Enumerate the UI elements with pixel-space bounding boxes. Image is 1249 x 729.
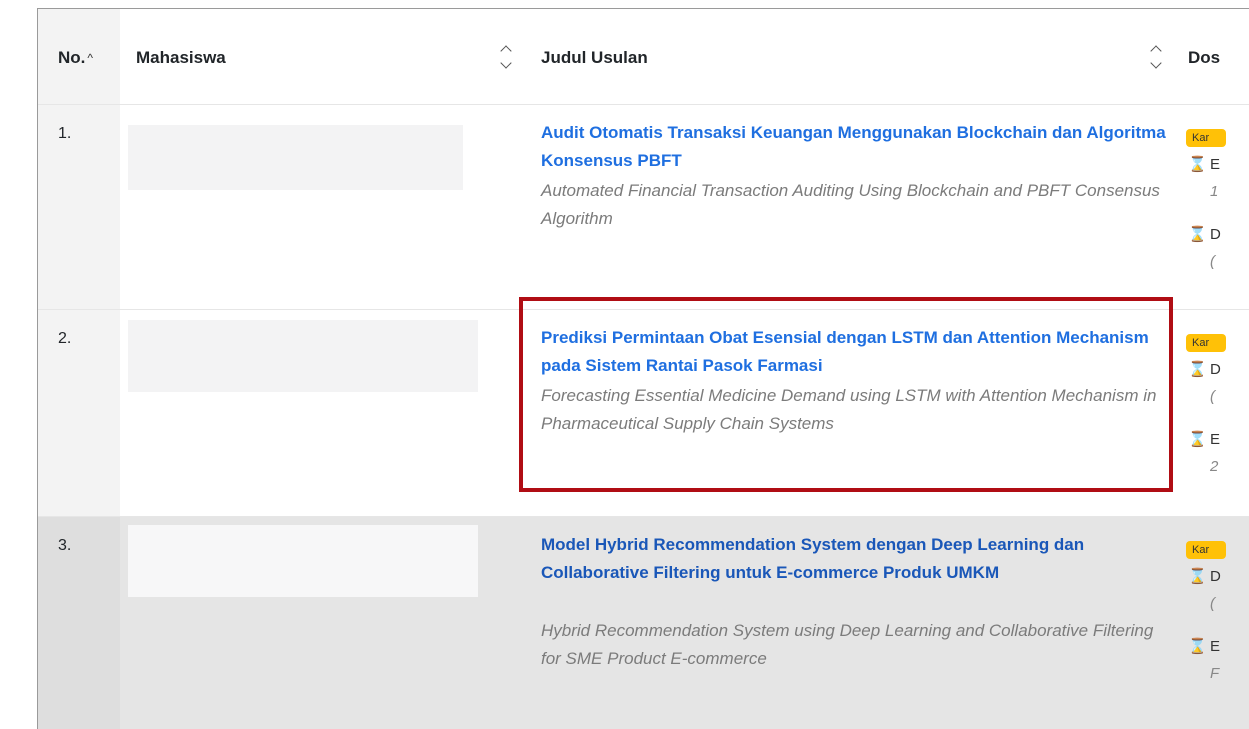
hourglass-icon: ⌛ bbox=[1188, 361, 1207, 378]
status-badge: Kar bbox=[1186, 334, 1226, 352]
dosen-name: E bbox=[1210, 431, 1221, 448]
status-badge: Kar bbox=[1186, 541, 1226, 559]
dosen-detail: 2 bbox=[1210, 458, 1219, 475]
dosen-detail: ( bbox=[1210, 595, 1215, 612]
dosen-detail: 1 bbox=[1210, 183, 1219, 200]
no-column-header[interactable]: No. ^ bbox=[58, 48, 93, 68]
hourglass-icon: ⌛ bbox=[1188, 226, 1207, 243]
row-number: 2. bbox=[58, 330, 72, 347]
hourglass-icon: ⌛ bbox=[1188, 156, 1207, 173]
table-row: 2. Prediksi Permintaan Obat Esensial den… bbox=[38, 310, 1249, 517]
dosen-name: D bbox=[1210, 361, 1221, 378]
dosen-name: E bbox=[1210, 638, 1221, 655]
dosen-detail: ( bbox=[1210, 253, 1215, 270]
table-row: 3. Model Hybrid Recommendation System de… bbox=[38, 517, 1249, 729]
hourglass-icon: ⌛ bbox=[1188, 568, 1207, 585]
status-badge: Kar bbox=[1186, 129, 1226, 147]
dosen-detail: ( bbox=[1210, 388, 1215, 405]
row-number: 1. bbox=[58, 125, 72, 142]
mahasiswa-column-header[interactable]: Mahasiswa bbox=[136, 48, 226, 68]
dosen-name: D bbox=[1210, 568, 1221, 585]
proposal-title-english: Hybrid Recommendation System using Deep … bbox=[541, 621, 1154, 668]
table-header: No. ^ Mahasiswa Judul Usulan Dos bbox=[38, 9, 1249, 105]
sort-asc-icon: ^ bbox=[87, 51, 94, 65]
sort-mahasiswa-icon[interactable] bbox=[500, 45, 512, 69]
proposal-title-english: Automated Financial Transaction Auditing… bbox=[541, 181, 1160, 228]
no-header-label: No. bbox=[58, 48, 86, 67]
proposal-title-link[interactable]: Prediksi Permintaan Obat Esensial dengan… bbox=[541, 324, 1166, 380]
dosen-name: E bbox=[1210, 156, 1221, 173]
hourglass-icon: ⌛ bbox=[1188, 431, 1207, 448]
dosen-name: D bbox=[1210, 226, 1221, 243]
proposal-title-english: Forecasting Essential Medicine Demand us… bbox=[541, 386, 1157, 433]
table-row: 1. Audit Otomatis Transaksi Keuangan Men… bbox=[38, 105, 1249, 310]
hourglass-icon: ⌛ bbox=[1188, 638, 1207, 655]
judul-column-header[interactable]: Judul Usulan bbox=[541, 48, 648, 68]
sort-judul-icon[interactable] bbox=[1150, 45, 1162, 69]
proposal-table: No. ^ Mahasiswa Judul Usulan Dos 1. Audit… bbox=[37, 8, 1249, 729]
proposal-title-link[interactable]: Audit Otomatis Transaksi Keuangan Menggu… bbox=[541, 119, 1166, 175]
redacted-student-name bbox=[128, 320, 478, 392]
proposal-title-link[interactable]: Model Hybrid Recommendation System denga… bbox=[541, 531, 1166, 587]
redacted-student-name bbox=[128, 525, 478, 597]
redacted-student-name bbox=[128, 125, 463, 190]
row-number: 3. bbox=[58, 537, 72, 554]
dosen-column-header[interactable]: Dos bbox=[1188, 48, 1220, 68]
dosen-detail: F bbox=[1210, 665, 1220, 682]
